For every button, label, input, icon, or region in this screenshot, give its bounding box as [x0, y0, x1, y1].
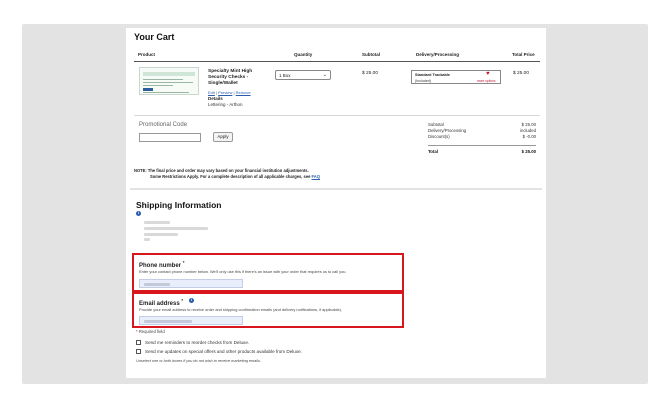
product-lettering: Lettering - Arthon [208, 102, 243, 107]
phone-label: Phone number * [139, 260, 185, 269]
chevron-down-icon: ⌄ [322, 72, 327, 78]
summary-delivery-value: included [519, 128, 536, 133]
bank-logo-icon [143, 88, 153, 91]
phone-highlight-box: Phone number * Enter your contact phone … [132, 253, 404, 292]
email-input[interactable] [139, 316, 243, 325]
col-subtotal: Subtotal [362, 52, 380, 57]
checkbox-updates-label: Send me updates on special offers and ot… [145, 349, 302, 354]
checkbox-reminders-label: Send me reminders to reorder checks from… [145, 340, 250, 345]
promo-rule [134, 115, 540, 116]
email-help: Provide your email address to receive or… [139, 307, 343, 312]
email-label: Email address * [139, 298, 184, 307]
item-subtotal: $ 25.00 [362, 71, 379, 76]
promo-code-input[interactable] [139, 133, 201, 142]
phone-input[interactable] [139, 279, 243, 288]
checkbox-note: Unselect one or both boxes if you do not… [136, 359, 261, 363]
address-line [144, 238, 150, 241]
col-quantity: Quantity [294, 52, 313, 57]
info-icon[interactable]: i [136, 211, 141, 216]
summary-subtotal-label: Subtotal [428, 122, 444, 127]
quantity-value: 1 Box [279, 73, 291, 78]
summary-rule [428, 145, 536, 146]
delivery-included: (Included) [415, 79, 431, 83]
cart-table-header: Product Quantity Subtotal Delivery/Proce… [134, 52, 540, 60]
item-total: $ 25.00 [513, 71, 530, 76]
product-links: Edit | Preview | Remove [208, 90, 251, 95]
summary-delivery-label: Delivery/Processing [428, 128, 466, 133]
remove-link[interactable]: Remove [236, 90, 251, 95]
delivery-select[interactable]: Standard Trackable (Included) ♥ more opt… [411, 70, 501, 84]
summary-total-label: Total [428, 149, 438, 154]
phone-help: Enter your contact phone number below. W… [139, 269, 347, 274]
required-note: * Required field [136, 329, 165, 334]
more-options-link[interactable]: more options [477, 79, 495, 83]
address-line [144, 221, 170, 224]
quantity-select[interactable]: 1 Box ⌄ [275, 70, 331, 80]
summary-discounts-value: $ -0.00 [522, 134, 536, 139]
summary-subtotal-value: $ 25.00 [521, 122, 536, 127]
checkbox[interactable] [136, 340, 141, 345]
checkbox-reminders[interactable]: Send me reminders to reorder checks from… [136, 340, 249, 345]
product-thumbnail[interactable] [139, 67, 199, 95]
email-highlight-box: Email address * i Provide your email add… [132, 292, 404, 328]
cart-section: Your Cart Product Quantity Subtotal Deli… [130, 28, 542, 186]
email-info-icon[interactable]: i [189, 298, 194, 303]
col-delivery: Delivery/Processing [416, 52, 460, 57]
summary-discounts-label: Discount(s) [428, 134, 450, 139]
edit-link[interactable]: Edit [208, 90, 215, 95]
delivery-name: Standard Trackable [415, 73, 451, 77]
address-line [144, 233, 178, 236]
shipping-title: Shipping Information [136, 200, 222, 210]
section-divider [130, 188, 542, 190]
note-line-1: NOTE: The final price and order may vary… [134, 168, 309, 173]
col-product: Product [138, 52, 156, 57]
product-name: Specialty Mint High Security Checks - Si… [208, 69, 253, 86]
checkout-page: Your Cart Product Quantity Subtotal Deli… [126, 28, 546, 378]
heart-icon[interactable]: ♥ [486, 71, 490, 77]
summary-total-value: $ 25.00 [521, 149, 536, 154]
preview-link[interactable]: Preview [218, 90, 232, 95]
promo-label: Promotional Code [139, 122, 188, 128]
cart-title: Your Cart [134, 32, 175, 42]
note-line-2: Some Restrictions Apply. For a complete … [150, 173, 311, 179]
faq-link[interactable]: FAQ [312, 174, 320, 179]
checkbox[interactable] [136, 349, 141, 354]
pricing-note: NOTE: The final price and order may vary… [134, 168, 540, 179]
header-rule [134, 61, 540, 62]
product-details-label: Details [208, 96, 223, 101]
address-line [144, 227, 208, 230]
checkbox-updates[interactable]: Send me updates on special offers and ot… [136, 349, 302, 354]
apply-button[interactable]: Apply [213, 132, 233, 142]
col-total: Total Price [512, 52, 535, 57]
